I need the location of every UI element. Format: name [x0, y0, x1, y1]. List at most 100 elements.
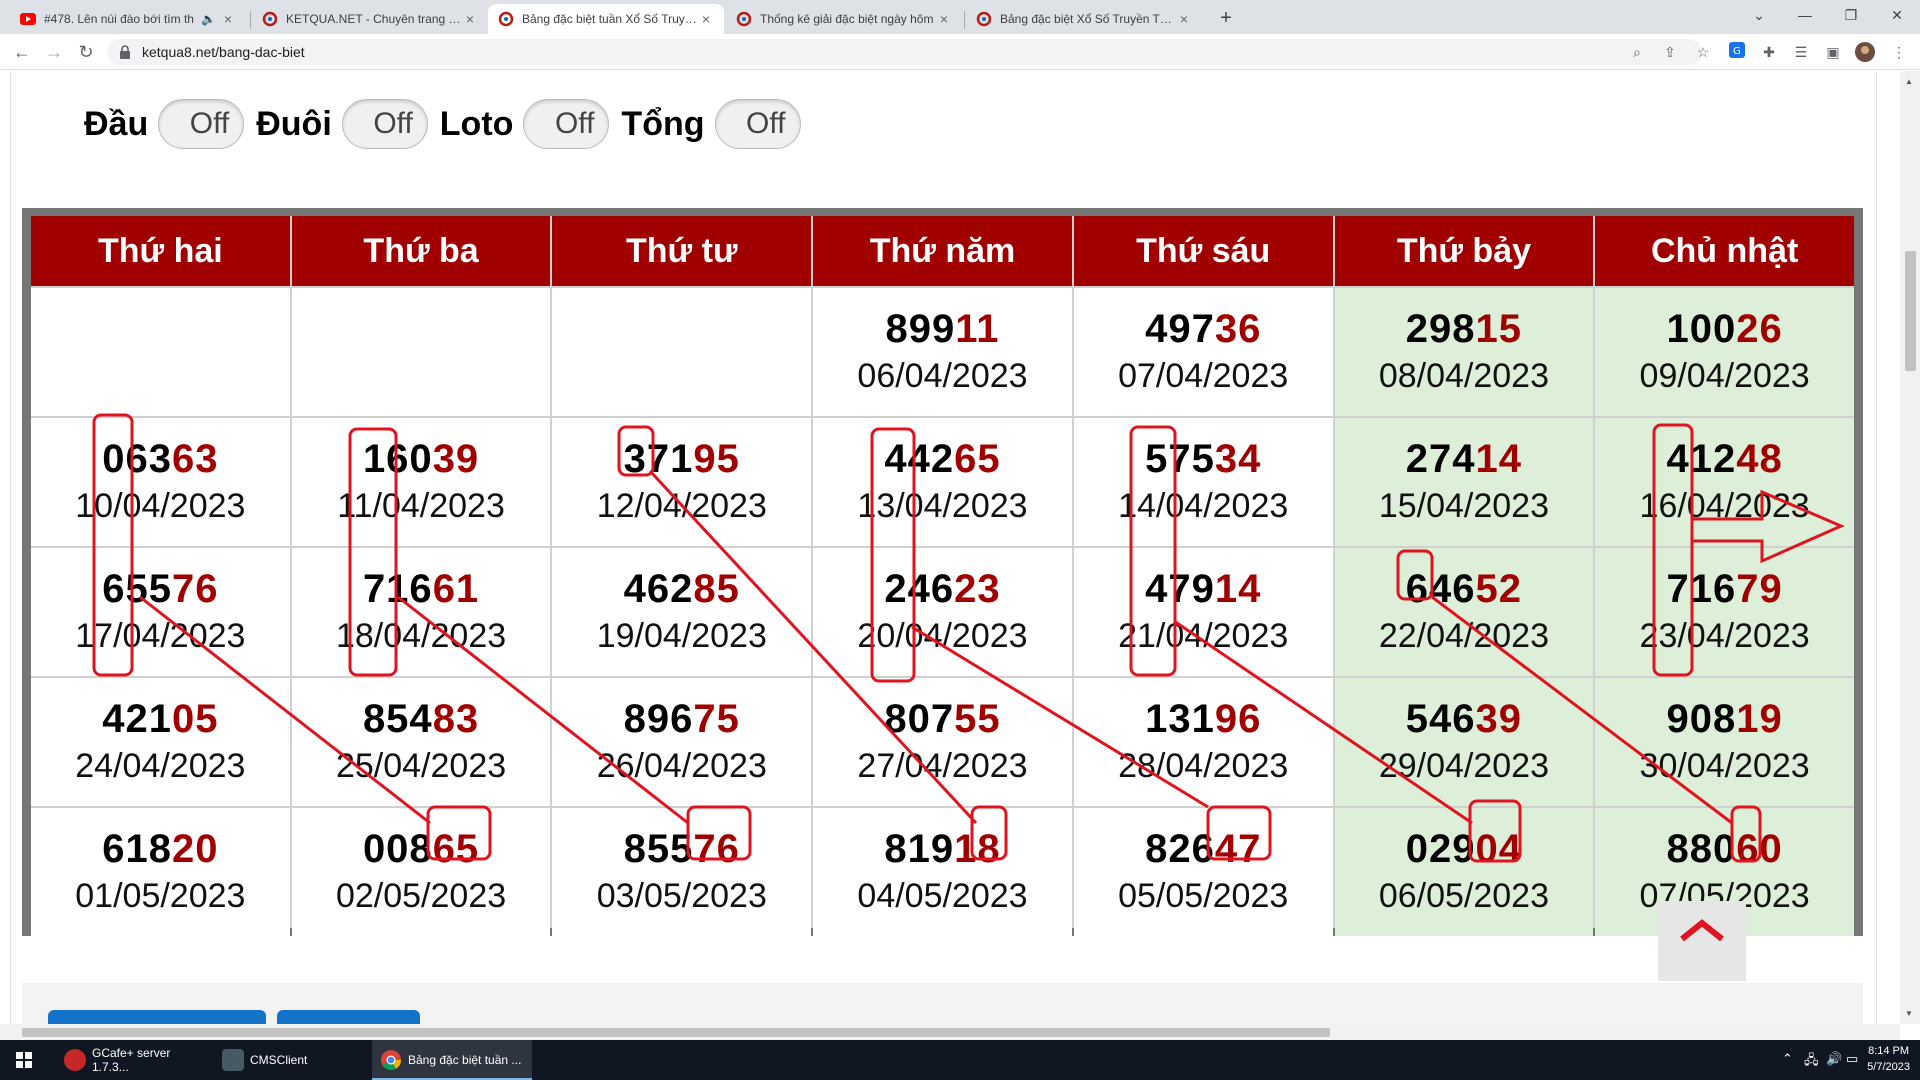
maximize-button[interactable]: ❐: [1828, 0, 1874, 30]
chrome-icon: [380, 1049, 402, 1071]
notification-icon[interactable]: ▭: [1846, 1051, 1858, 1067]
vertical-scroll-thumb[interactable]: [1905, 251, 1916, 371]
tab-close-icon[interactable]: ×: [1176, 11, 1192, 27]
tab-ketqua-net[interactable]: KETQUA.NET - Chuyên trang xổ s ×: [252, 4, 488, 34]
prize-number: 47914: [1145, 565, 1261, 613]
filter-label-loto: Loto: [439, 104, 514, 143]
tab-close-icon[interactable]: ×: [220, 11, 236, 27]
draw-date: 12/04/2023: [596, 487, 767, 525]
zoom-icon[interactable]: ⌕: [1627, 42, 1647, 62]
prize-number: 54639: [1406, 695, 1522, 743]
ketqua-icon: [262, 11, 278, 27]
close-window-button[interactable]: ✕: [1874, 0, 1920, 30]
column-header: Chủ nhật: [1595, 216, 1854, 286]
result-cell: 49736 07/04/2023: [1073, 288, 1333, 416]
prize-lead-digits: 442: [884, 437, 955, 481]
prize-tail-digits: 61: [432, 567, 480, 611]
prize-lead-digits: 880: [1666, 827, 1737, 871]
prize-number: 61820: [102, 825, 218, 873]
draw-date: 13/04/2023: [857, 487, 1028, 525]
reading-list-icon[interactable]: ☰: [1791, 42, 1811, 62]
tab-thong-ke[interactable]: Thống kê giải đặc biệt ngày hôm ×: [726, 4, 962, 34]
scroll-to-top-button[interactable]: [1658, 901, 1746, 981]
extensions-icon[interactable]: ✚: [1759, 42, 1779, 62]
translate-icon[interactable]: G: [1727, 42, 1747, 62]
result-cell: 81918 04/05/2023: [813, 808, 1072, 936]
horizontal-scrollbar[interactable]: [0, 1024, 1900, 1040]
tab-youtube[interactable]: #478. Lên núi đào bới tìm th 🔈 ×: [10, 4, 246, 34]
tab-bang-dac-biet[interactable]: Bảng đặc biệt Xổ Số Truyền Thốn ×: [966, 4, 1202, 34]
menu-icon[interactable]: ⋮: [1889, 42, 1909, 62]
back-button[interactable]: ←: [10, 40, 34, 64]
toggle-dau[interactable]: Off: [158, 99, 245, 149]
prize-number: 24623: [884, 565, 1000, 613]
lock-icon[interactable]: [119, 45, 131, 64]
scroll-down-arrow[interactable]: ▼: [1905, 1009, 1913, 1018]
system-clock[interactable]: 8:14 PM 5/7/2023: [1867, 1043, 1910, 1075]
share-icon[interactable]: ⇪: [1660, 42, 1680, 62]
prize-lead-digits: 298: [1405, 307, 1476, 351]
volume-icon[interactable]: 🔊: [1826, 1051, 1842, 1067]
prize-lead-digits: 546: [1405, 697, 1476, 741]
draw-date: 23/04/2023: [1639, 617, 1810, 655]
clock-time: 8:14 PM: [1868, 1045, 1910, 1057]
prize-tail-digits: 34: [1214, 437, 1262, 481]
prize-lead-digits: 819: [884, 827, 955, 871]
address-bar[interactable]: ketqua8.net/bang-dac-biet ⌕ ⇪ ☆: [107, 39, 1709, 65]
new-tab-button[interactable]: +: [1213, 6, 1239, 32]
reload-button[interactable]: ↻: [74, 40, 98, 64]
tab-close-icon[interactable]: ×: [936, 11, 952, 27]
prize-tail-digits: 75: [693, 697, 740, 741]
result-cell: 37195 12/04/2023: [552, 418, 812, 546]
speaker-icon[interactable]: 🔈: [201, 12, 216, 26]
prize-number: 00865: [363, 825, 479, 873]
clock-date: 5/7/2023: [1867, 1061, 1910, 1073]
prize-number: 16039: [363, 435, 479, 483]
prize-number: 90819: [1667, 695, 1783, 743]
prize-lead-digits: 412: [1666, 437, 1737, 481]
network-icon[interactable]: 🖧: [1804, 1051, 1819, 1073]
horizontal-scroll-thumb[interactable]: [22, 1028, 1330, 1037]
prize-number: 02904: [1406, 825, 1522, 873]
taskbar-app-chrome[interactable]: Bảng đặc biệt tuần ...: [372, 1040, 532, 1080]
side-panel-icon[interactable]: ▣: [1823, 42, 1843, 62]
result-cell: 71679 23/04/2023: [1595, 548, 1854, 676]
chevron-up-icon[interactable]: ⌃: [1782, 1051, 1793, 1067]
result-cell: 54639 29/04/2023: [1334, 678, 1594, 806]
scroll-up-arrow[interactable]: ▲: [1905, 77, 1913, 86]
bottom-button-2[interactable]: [277, 1010, 420, 1024]
toggle-duoi[interactable]: Off: [341, 99, 428, 149]
bottom-button-1[interactable]: [48, 1010, 266, 1024]
star-icon[interactable]: ☆: [1693, 42, 1713, 62]
tab-search-button[interactable]: ⌄: [1736, 0, 1782, 30]
draw-date: 15/04/2023: [1378, 487, 1549, 525]
taskbar-app-gcafe[interactable]: GCafe+ server 1.7.3...: [56, 1040, 206, 1080]
taskbar-app-label: GCafe+ server 1.7.3...: [92, 1046, 171, 1074]
toggle-loto[interactable]: Off: [523, 99, 610, 149]
prize-tail-digits: 65: [432, 827, 480, 871]
windows-icon[interactable]: [0, 1040, 48, 1080]
prize-tail-digits: 63: [171, 437, 219, 481]
filter-label-duoi: Đuôi: [256, 104, 332, 143]
result-cell: 24623 20/04/2023: [813, 548, 1072, 676]
tab-title: #478. Lên núi đào bới tìm th: [44, 12, 194, 26]
taskbar-app-cmsclient[interactable]: CMSClient: [214, 1040, 364, 1080]
forward-button[interactable]: →: [42, 40, 66, 64]
minimize-button[interactable]: —: [1782, 0, 1828, 30]
prize-number: 89911: [885, 305, 999, 353]
tab-close-icon[interactable]: ×: [698, 11, 714, 27]
profile-icon[interactable]: [1855, 42, 1875, 62]
prize-lead-digits: 854: [362, 697, 433, 741]
prize-lead-digits: 008: [362, 827, 433, 871]
prize-tail-digits: 60: [1736, 827, 1783, 871]
gcafe-icon: [64, 1049, 86, 1071]
prize-lead-digits: 479: [1145, 567, 1215, 611]
prize-number: 29815: [1406, 305, 1522, 353]
vertical-scrollbar[interactable]: ▲ ▼: [1900, 71, 1920, 1024]
url-text[interactable]: ketqua8.net/bang-dac-biet: [142, 39, 305, 65]
draw-date: 04/05/2023: [857, 877, 1028, 915]
tab-bang-dac-biet-tuan[interactable]: Bảng đặc biệt tuần Xổ Số Truyền ×: [488, 4, 724, 34]
tab-close-icon[interactable]: ×: [462, 11, 478, 27]
toggle-tong[interactable]: Off: [714, 99, 801, 149]
prize-number: 10026: [1667, 305, 1783, 353]
